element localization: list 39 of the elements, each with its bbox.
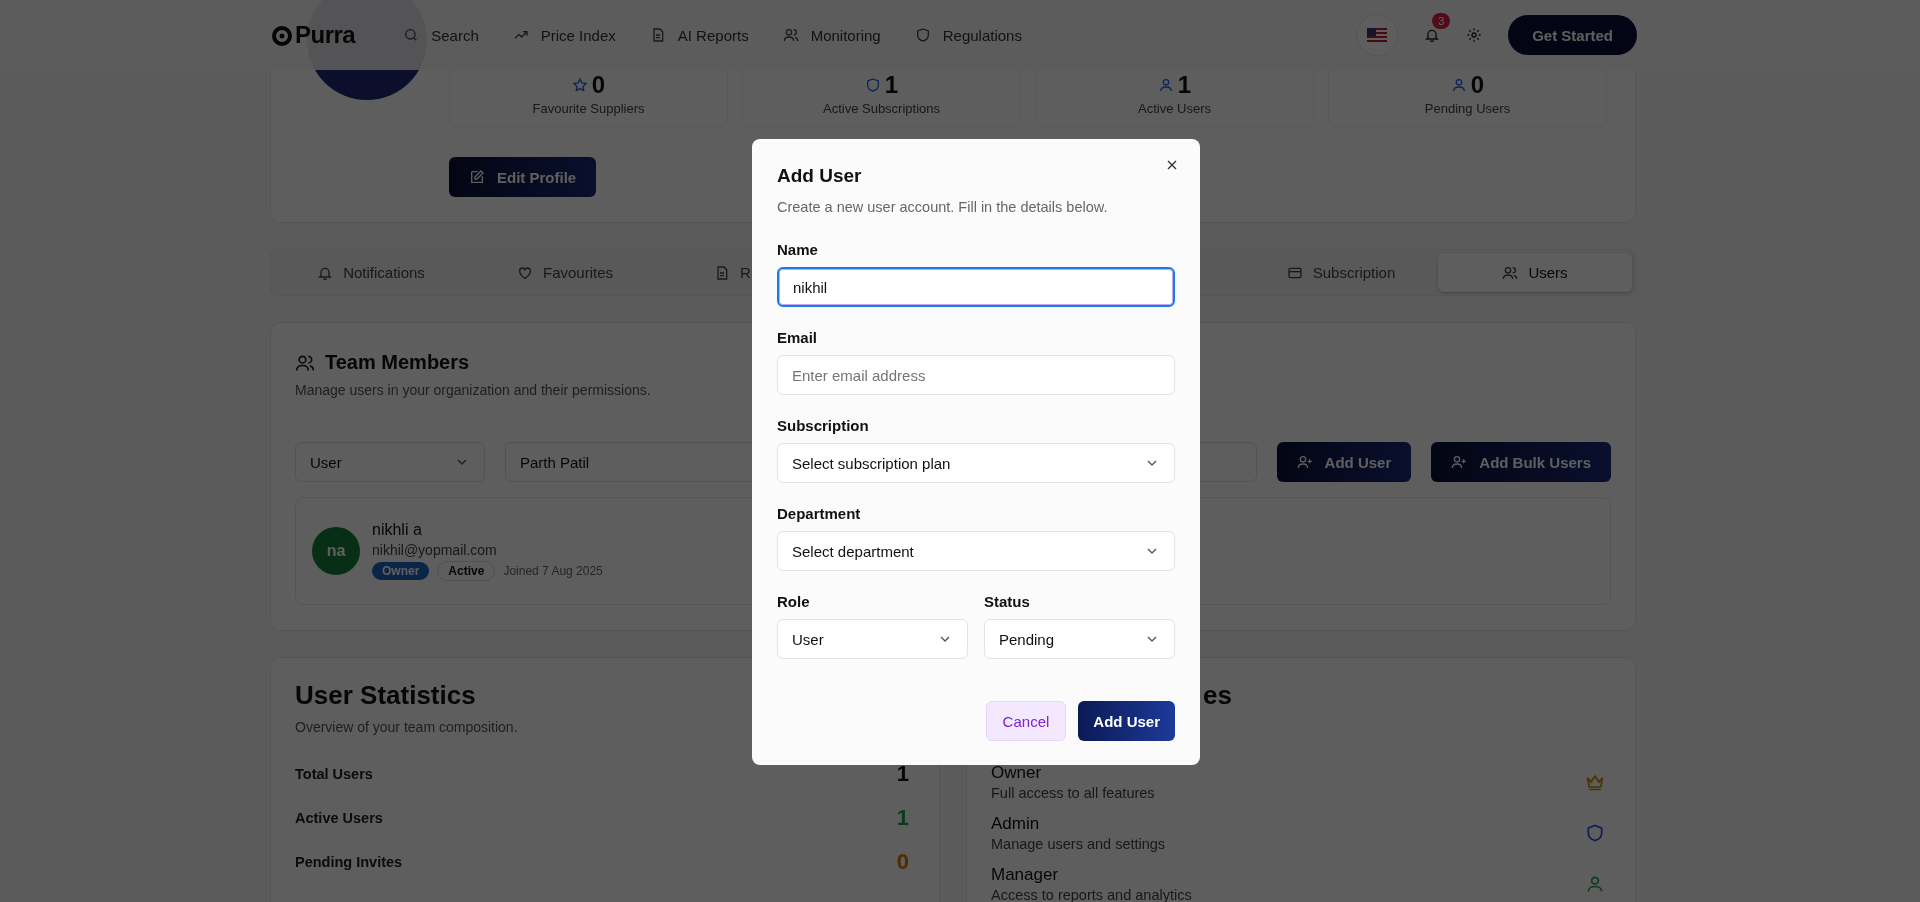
role-name: Admin [991, 814, 1041, 834]
section-title: User Statistics [295, 680, 477, 711]
section-subtitle: Overview of your team composition. [295, 719, 519, 735]
statistic-label: Total Users [295, 766, 373, 782]
field-label: Subscription [777, 417, 870, 434]
stat-label: Active Subscriptions [822, 101, 941, 116]
section-title: es [1203, 680, 1232, 711]
statistic-value: 1 [896, 805, 909, 831]
field-label: Department [777, 505, 862, 522]
stat-label: Pending Users [1424, 101, 1511, 116]
member-name: nikhli a [372, 521, 423, 539]
section-title: Team Members [325, 351, 470, 374]
stat-label: Active Users [1138, 101, 1211, 116]
logo-text: Purra [295, 21, 356, 49]
role-name: Manager [991, 865, 1060, 885]
dialog-description: Create a new user account. Fill in the details below. [777, 199, 1109, 215]
stat-value: 0 [591, 71, 606, 99]
section-subtitle: Manage users in your organization and their permissions. [295, 382, 652, 398]
joined-date: Joined 7 Aug 2025 [503, 564, 603, 578]
statistic-label: Active Users [295, 810, 383, 826]
statistic-value: 1 [896, 761, 909, 787]
statistic-value: 0 [896, 849, 909, 875]
role-badge: Owner [372, 562, 430, 580]
role-description: Manage users and settings [991, 836, 1166, 852]
field-label: Status [984, 593, 1031, 610]
statistic-label: Pending Invites [295, 854, 403, 870]
stat-label: Favourite Suppliers [532, 101, 645, 116]
member-email: nikhil@yopmail.com [372, 542, 498, 558]
stat-value: 0 [1470, 71, 1485, 99]
dialog-title: Add User [777, 165, 863, 187]
field-label: Email [777, 329, 819, 346]
field-label: Name [777, 241, 819, 258]
member-avatar: na [312, 527, 360, 575]
field-label: Role [777, 593, 811, 610]
stat-value: 1 [884, 71, 899, 99]
stat-value: 1 [1177, 71, 1192, 99]
role-description: Full access to all features [991, 785, 1155, 801]
notification-count: 3 [1432, 13, 1451, 29]
role-name: Owner [991, 763, 1043, 783]
